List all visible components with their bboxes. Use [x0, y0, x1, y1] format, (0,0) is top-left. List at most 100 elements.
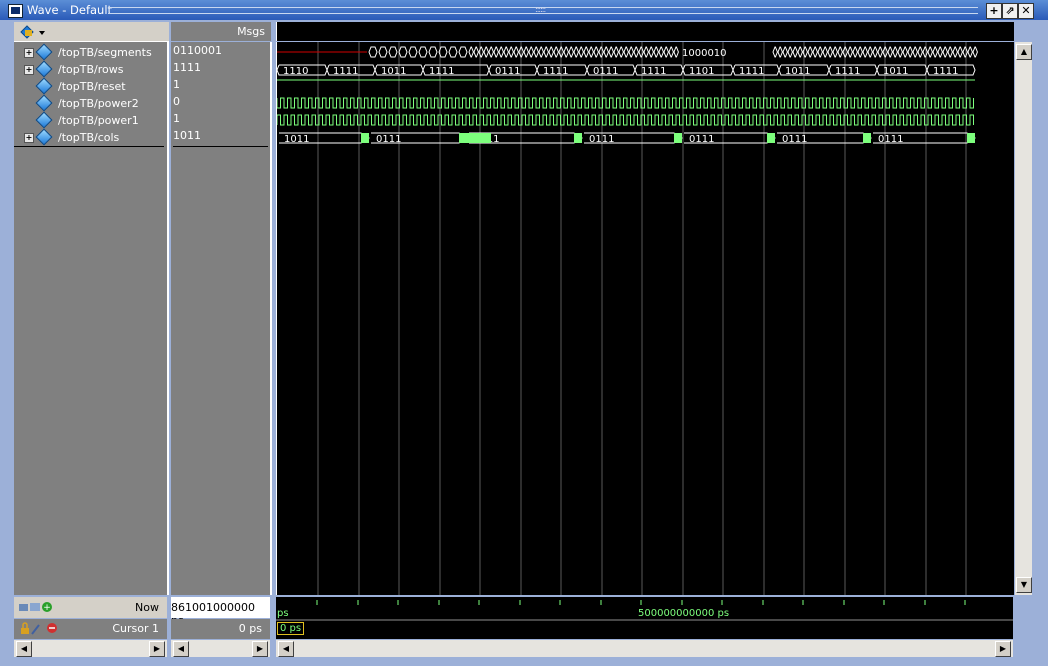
- scroll-down-arrow-icon[interactable]: ▼: [1016, 577, 1032, 593]
- add-pane-button[interactable]: +: [986, 3, 1002, 19]
- values-hscrollbar[interactable]: ◀ ▶: [171, 640, 270, 657]
- segments-bus-transition: [658, 46, 664, 58]
- signal-row-power1[interactable]: /topTB/power1: [14, 111, 164, 129]
- segments-bus-transition: [827, 46, 833, 58]
- vertical-scrollbar[interactable]: ▲ ▼: [1015, 42, 1032, 595]
- timeline-ruler[interactable]: ps 500000000000 ps 0 ps: [276, 597, 1013, 639]
- expand-plus-icon[interactable]: +: [24, 48, 34, 58]
- segments-bus-transition: [947, 46, 953, 58]
- segments-bus-transition: [807, 46, 813, 58]
- scroll-right-arrow-icon[interactable]: ▶: [252, 641, 268, 657]
- cols-transition-fill: [361, 133, 369, 143]
- signal-row-rows[interactable]: + /topTB/rows: [14, 60, 164, 78]
- signal-row-reset[interactable]: /topTB/reset: [14, 77, 164, 95]
- segments-bus-transition: [488, 46, 494, 58]
- rows-bus-label: 1011: [883, 66, 908, 77]
- signal-row-segments[interactable]: + /topTB/segments: [14, 43, 164, 61]
- cols-bus-label: 0111: [376, 134, 401, 145]
- segments-bus-transition: [817, 46, 823, 58]
- segments-bus-transition: [862, 46, 868, 58]
- signal-diamond-icon: [35, 111, 53, 129]
- rows-bus-label: 1101: [689, 66, 714, 77]
- segments-bus-transition: [548, 46, 554, 58]
- wave-toolbar-icon[interactable]: [19, 24, 47, 40]
- segments-bus-transition: [867, 46, 873, 58]
- cols-transition-fill: [574, 133, 582, 143]
- now-add-icon[interactable]: +: [18, 600, 54, 614]
- segments-bus-transition: [563, 46, 569, 58]
- cols-transition-fill: [674, 133, 682, 143]
- now-row: + Now: [14, 597, 167, 618]
- segments-bus-transition: [902, 46, 908, 58]
- scroll-left-arrow-icon[interactable]: ◀: [173, 641, 189, 657]
- cols-bus-label: 0111: [878, 134, 903, 145]
- segments-bus-transition: [837, 46, 843, 58]
- segments-bus-transition: [428, 46, 438, 58]
- cursor-label: Cursor 1: [112, 622, 159, 635]
- signal-value: 1: [173, 112, 180, 125]
- now-label: Now: [135, 601, 159, 614]
- signal-value: 1111: [173, 61, 201, 74]
- cols-transition-fill: [767, 133, 775, 143]
- segments-bus-transition: [663, 46, 669, 58]
- expand-plus-icon[interactable]: +: [24, 65, 34, 75]
- app-icon: [8, 4, 23, 18]
- names-header: [14, 22, 169, 42]
- now-value-box: 861001000000 ps: [171, 597, 270, 627]
- segments-bus-transition: [573, 46, 579, 58]
- segments-bus-transition: [608, 46, 614, 58]
- segments-bus-transition: [952, 46, 958, 58]
- segments-bus-transition: [847, 46, 853, 58]
- segments-bus-transition: [643, 46, 649, 58]
- segments-bus-transition: [578, 46, 584, 58]
- signal-names-panel[interactable]: + /topTB/segments + /topTB/rows /topTB/r…: [14, 42, 169, 595]
- cols-bus-label: 1011: [284, 134, 309, 145]
- waveform-canvas[interactable]: 1000010 1110 1111 1011 1111 0111 1111 0111 1111 1…: [276, 42, 1014, 595]
- close-button[interactable]: ✕: [1018, 3, 1034, 19]
- signal-row-cols[interactable]: + /topTB/cols: [14, 128, 164, 147]
- segments-bus-transition: [917, 46, 923, 58]
- scroll-right-arrow-icon[interactable]: ▶: [149, 641, 165, 657]
- cols-bus-label: 0111: [689, 134, 714, 145]
- segments-bus-transition: [398, 46, 408, 58]
- signal-name: /topTB/reset: [58, 80, 126, 93]
- segments-bus-transition: [822, 46, 828, 58]
- segments-bus-transition: [782, 46, 788, 58]
- segments-bus-transition: [797, 46, 803, 58]
- expand-plus-icon[interactable]: +: [24, 133, 34, 143]
- signal-name: /topTB/segments: [58, 46, 152, 59]
- cursor-marker[interactable]: 0 ps: [277, 622, 305, 635]
- segments-bus-transition: [493, 46, 499, 58]
- segments-bus-transition: [388, 46, 398, 58]
- segments-bus-transition: [528, 46, 534, 58]
- segments-bus-transition: [962, 46, 968, 58]
- segments-bus-transition: [628, 46, 634, 58]
- wave-hscrollbar[interactable]: ◀ ▶: [276, 640, 1013, 657]
- segments-bus-transition: [553, 46, 559, 58]
- signal-row-power2[interactable]: /topTB/power2: [14, 94, 164, 112]
- rows-bus-label: 1111: [933, 66, 958, 77]
- segments-bus-transition: [812, 46, 818, 58]
- names-hscrollbar[interactable]: ◀ ▶: [14, 640, 167, 657]
- segments-bus-transition: [468, 46, 474, 58]
- segments-bus-transition: [503, 46, 509, 58]
- segments-bus-transition: [937, 46, 943, 58]
- segments-bus-transition: [598, 46, 604, 58]
- scroll-right-arrow-icon[interactable]: ▶: [995, 641, 1011, 657]
- dock-grip[interactable]: ::::::: [535, 5, 555, 15]
- segments-bus-transition: [942, 46, 948, 58]
- scroll-left-arrow-icon[interactable]: ◀: [278, 641, 294, 657]
- segments-bus-transition: [872, 46, 878, 58]
- rows-bus-label: 0111: [495, 66, 520, 77]
- segments-bus-transition: [368, 46, 378, 58]
- cursor-value-box[interactable]: 0 ps: [171, 619, 270, 639]
- scroll-left-arrow-icon[interactable]: ◀: [16, 641, 32, 657]
- cursor-remove-icon[interactable]: [46, 622, 58, 634]
- segments-bus-transition: [588, 46, 594, 58]
- rows-bus-label: 0111: [593, 66, 618, 77]
- cursor-value: 0 ps: [238, 622, 262, 635]
- undock-button[interactable]: ⇗: [1002, 3, 1018, 19]
- scroll-up-arrow-icon[interactable]: ▲: [1016, 44, 1032, 60]
- signal-diamond-icon: [35, 43, 53, 61]
- rows-bus-label: 1011: [785, 66, 810, 77]
